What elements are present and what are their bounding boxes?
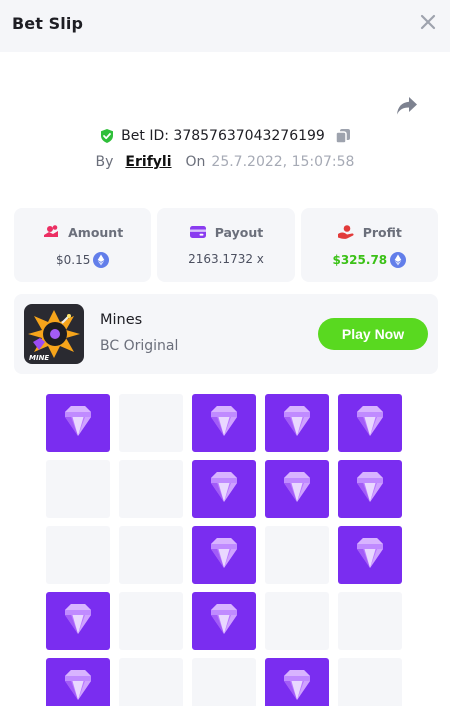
mine-tile-gem xyxy=(46,592,110,650)
close-icon[interactable] xyxy=(420,14,436,30)
mine-tile-empty xyxy=(119,526,183,584)
verified-shield-icon xyxy=(101,129,114,143)
mine-tile-gem xyxy=(265,658,329,706)
coins-icon xyxy=(44,225,59,237)
payout-label: Payout xyxy=(214,224,264,240)
mine-tile-empty xyxy=(119,460,183,518)
mine-tile-empty xyxy=(46,460,110,518)
mine-tile-gem xyxy=(192,394,256,452)
game-provider: BC Original xyxy=(100,338,179,354)
play-now-button[interactable]: Play Now xyxy=(318,318,428,350)
amount-label: Amount xyxy=(68,224,124,240)
diamond-icon xyxy=(284,472,310,502)
payout-value: 2163.1732 x xyxy=(188,252,264,266)
copy-icon[interactable] xyxy=(335,128,351,144)
hand-coin-icon xyxy=(337,225,354,239)
game-name: Mines xyxy=(100,312,143,328)
mines-board xyxy=(46,394,404,706)
mine-tile-gem xyxy=(46,394,110,452)
mine-tile-empty xyxy=(46,526,110,584)
diamond-icon xyxy=(65,406,91,436)
mines-logo-icon: MINE xyxy=(24,304,84,364)
diamond-icon xyxy=(284,670,310,700)
profit-value: $325.78 xyxy=(332,253,388,267)
mine-tile-empty xyxy=(119,592,183,650)
diamond-icon xyxy=(65,604,91,634)
mine-tile-gem xyxy=(192,460,256,518)
mine-tile-empty xyxy=(119,394,183,452)
diamond-icon xyxy=(211,604,237,634)
mine-tile-gem xyxy=(265,460,329,518)
profit-stat: Profit $325.78 xyxy=(300,208,438,282)
mine-tile-empty xyxy=(119,658,183,706)
mine-tile-gem xyxy=(192,592,256,650)
diamond-icon xyxy=(211,406,237,436)
ethereum-icon xyxy=(93,252,110,268)
diamond-icon xyxy=(357,472,383,502)
amount-stat: Amount $0.15 xyxy=(14,208,152,282)
page-title: Bet Slip xyxy=(12,14,84,33)
mine-tile-gem xyxy=(192,526,256,584)
share-icon[interactable] xyxy=(396,96,418,116)
on-label: On xyxy=(185,154,206,170)
by-label: By xyxy=(95,154,114,170)
svg-text:MINE: MINE xyxy=(29,354,49,362)
diamond-icon xyxy=(211,472,237,502)
username-link[interactable]: Erifyli xyxy=(125,154,171,170)
mine-tile-empty xyxy=(338,658,402,706)
mine-tile-gem xyxy=(46,658,110,706)
header-bar: Bet Slip xyxy=(0,0,450,52)
mine-tile-empty xyxy=(265,526,329,584)
bet-id-text: Bet ID: 37857637043276199 xyxy=(121,128,325,144)
payout-stat: Payout 2163.1732 x xyxy=(157,208,295,282)
mine-tile-gem xyxy=(338,394,402,452)
diamond-icon xyxy=(357,538,383,568)
amount-value: $0.15 xyxy=(55,253,91,267)
card-icon xyxy=(189,226,206,238)
diamond-icon xyxy=(357,406,383,436)
game-card: MINE Mines BC Original Play Now xyxy=(14,294,438,374)
bet-stats: Amount $0.15 Payout 2163.1732 x Profit $… xyxy=(14,208,438,282)
diamond-icon xyxy=(65,670,91,700)
mine-tile-gem xyxy=(265,394,329,452)
mine-tile-empty xyxy=(338,592,402,650)
profit-label: Profit xyxy=(362,224,402,240)
mine-tile-empty xyxy=(192,658,256,706)
mine-tile-gem xyxy=(338,526,402,584)
bet-datetime: 25.7.2022, 15:07:58 xyxy=(211,154,355,170)
ethereum-icon xyxy=(390,252,407,268)
game-thumbnail[interactable]: MINE xyxy=(24,304,84,364)
bet-id-row: Bet ID: 37857637043276199 xyxy=(0,126,450,146)
diamond-icon xyxy=(284,406,310,436)
diamond-icon xyxy=(211,538,237,568)
bet-meta-row: By Erifyli On 25.7.2022, 15:07:58 xyxy=(0,152,450,172)
mine-tile-gem xyxy=(338,460,402,518)
mine-tile-empty xyxy=(265,592,329,650)
